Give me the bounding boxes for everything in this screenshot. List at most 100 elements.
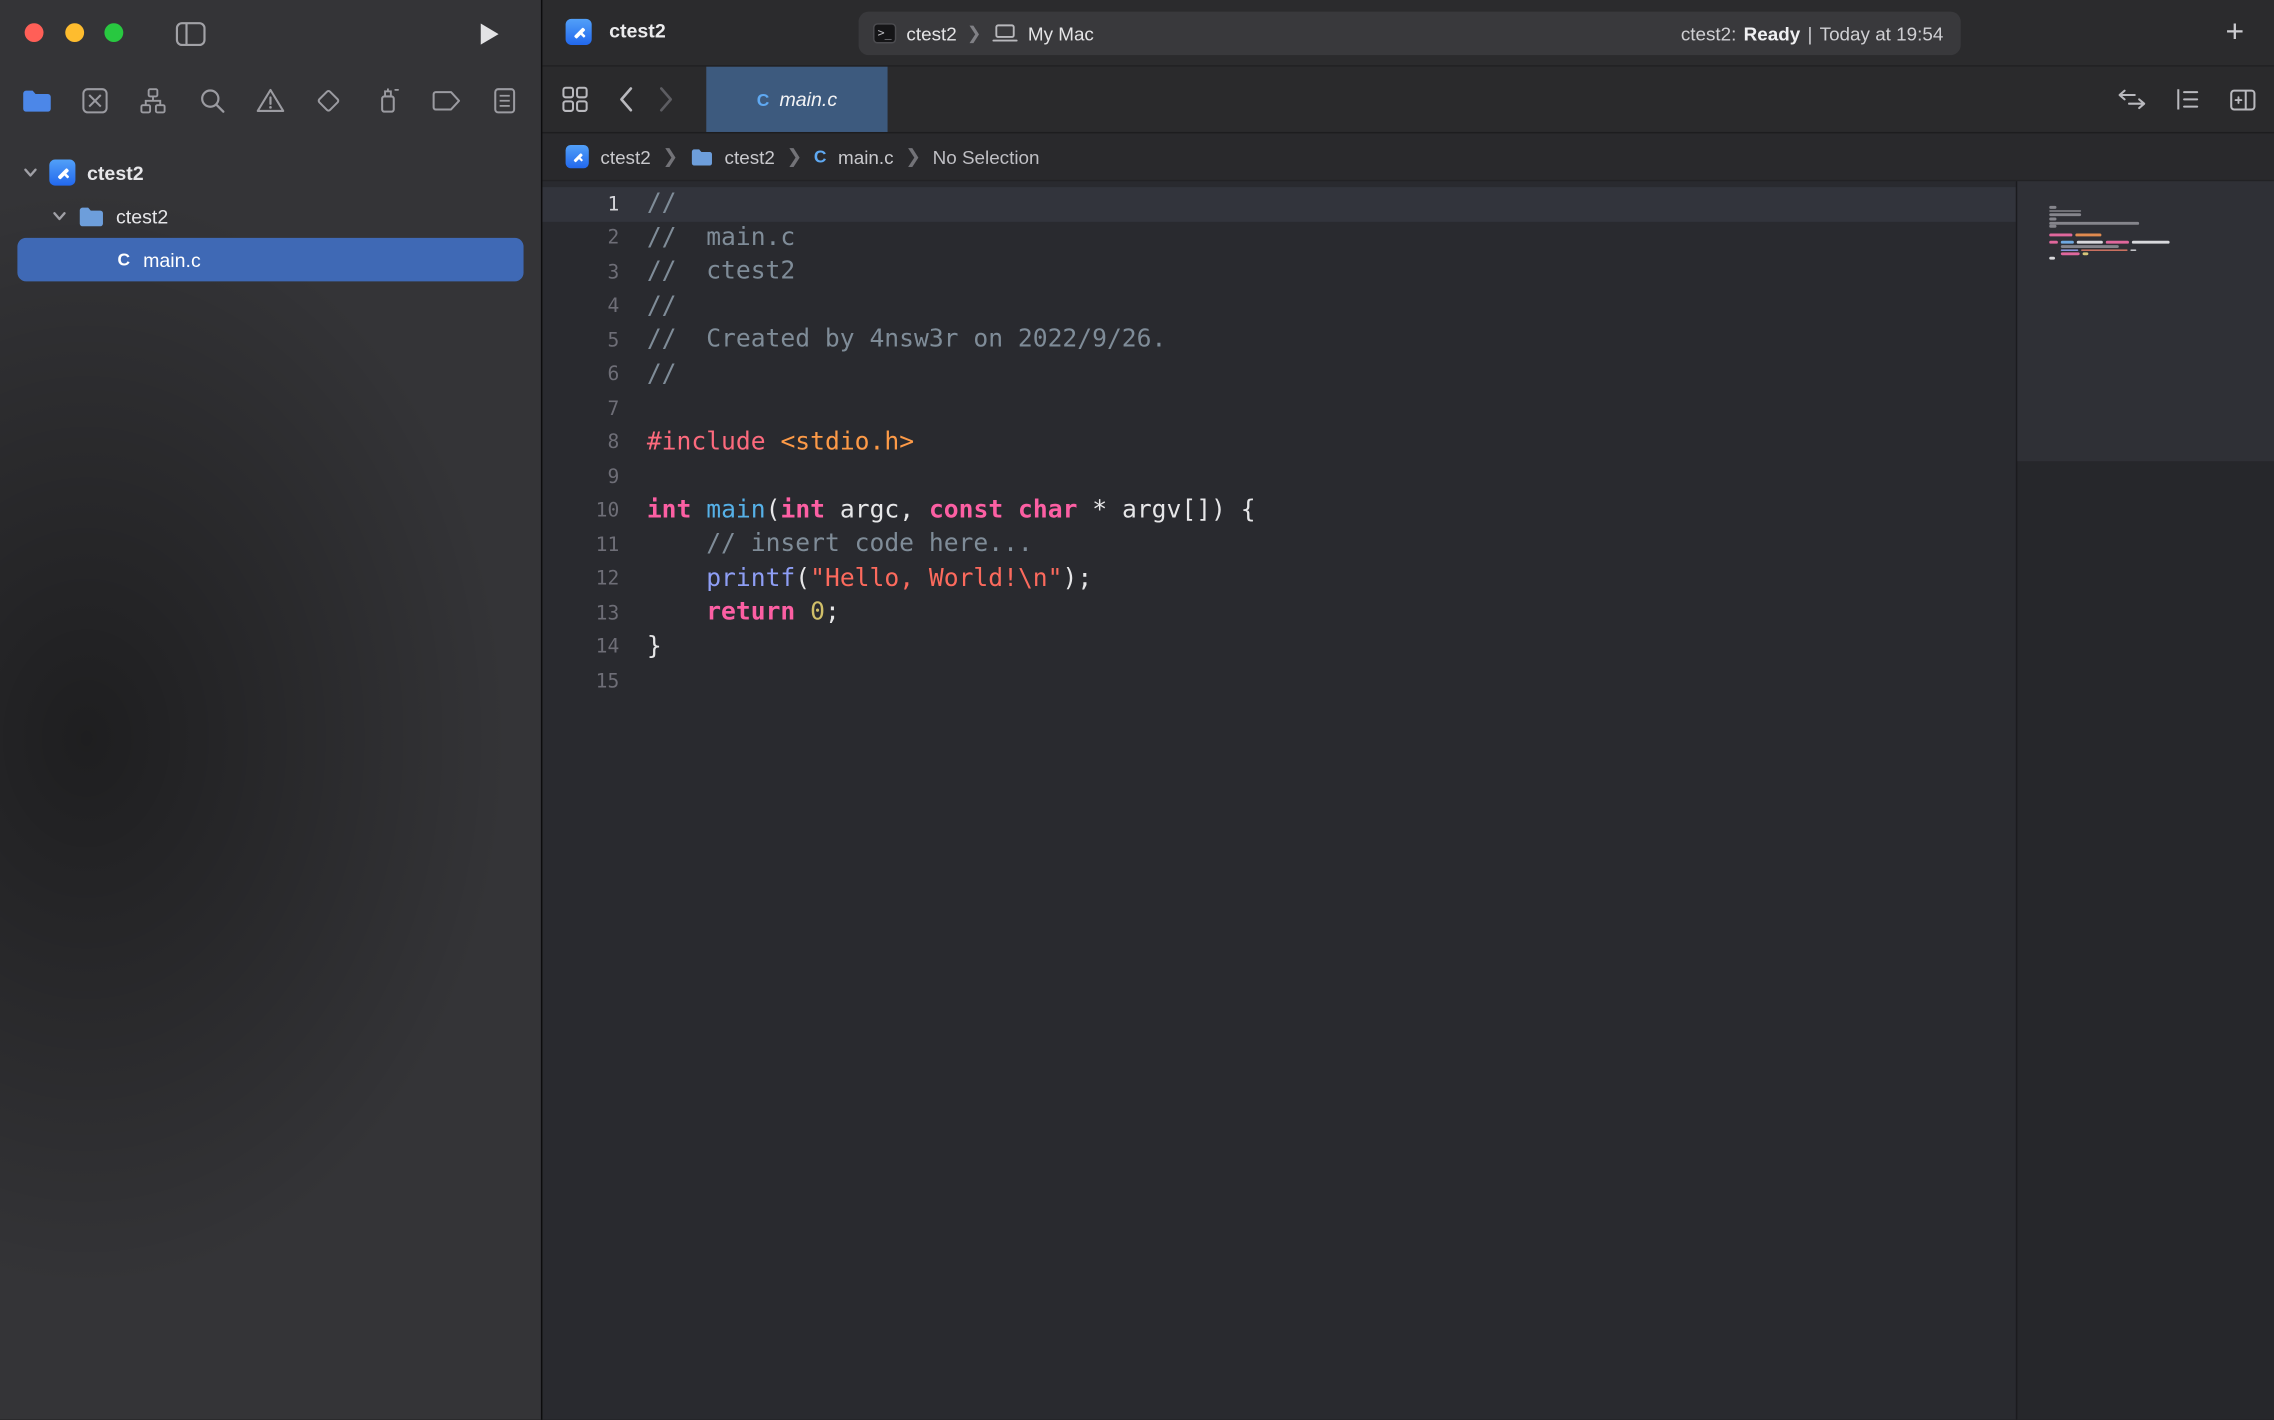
add-editor-icon[interactable] <box>2229 88 2257 111</box>
code-line[interactable]: 2// main.c <box>542 221 2015 255</box>
minimize-button[interactable] <box>65 23 84 42</box>
status-state: Ready <box>1744 22 1801 44</box>
tab-main-c[interactable]: C main.c <box>706 67 887 132</box>
test-navigator-icon[interactable] <box>310 81 348 119</box>
tree-item-label: main.c <box>143 249 201 271</box>
line-number: 2 <box>542 227 646 250</box>
code-line[interactable]: 11 // insert code here... <box>542 528 2015 562</box>
close-button[interactable] <box>25 23 44 42</box>
project-tree: ctest2 ctest2 C main.c <box>0 133 541 281</box>
line-number: 4 <box>542 295 646 318</box>
disclosure-chevron-icon[interactable] <box>23 167 38 179</box>
issue-navigator-icon[interactable] <box>252 81 290 119</box>
tree-item-label: ctest2 <box>116 205 168 227</box>
line-number: 11 <box>542 533 646 556</box>
jump-bar: ctest2 ❯ ctest2 ❯ C main.c ❯ No Selectio… <box>542 133 2274 181</box>
jumpbar-project[interactable]: ctest2 <box>600 146 650 168</box>
status-time: Today at 19:54 <box>1820 22 1944 44</box>
library-add-button[interactable]: + <box>2216 13 2254 51</box>
code-line[interactable]: 13 return 0; <box>542 596 2015 630</box>
project-navigator-icon[interactable] <box>17 81 55 119</box>
minimap[interactable] <box>2016 181 2274 1420</box>
status-divider: | <box>1807 22 1812 44</box>
code-review-icon[interactable] <box>2117 88 2146 110</box>
source-editor: 1//2// main.c3// ctest24//5// Created by… <box>542 181 2274 1420</box>
line-number: 13 <box>542 601 646 624</box>
navigator-sidebar: ctest2 ctest2 C main.c <box>0 0 541 1420</box>
tab-bar: C main.c <box>542 67 2274 134</box>
chevron-right-icon: ❯ <box>786 145 802 168</box>
tab-label: main.c <box>779 88 837 110</box>
status-app: ctest2: <box>1681 22 1737 44</box>
code-line[interactable]: 4// <box>542 289 2015 323</box>
code-line[interactable]: 10int main(int argc, const char * argv[]… <box>542 494 2015 528</box>
window-toolbar: ctest2 >_ ctest2 ❯ My Mac ctest2: <box>542 0 2274 67</box>
symbol-navigator-icon[interactable] <box>135 81 173 119</box>
back-button-icon[interactable] <box>618 86 634 114</box>
editor-pane: ctest2 >_ ctest2 ❯ My Mac ctest2: <box>542 0 2274 1420</box>
code-line[interactable]: 7 <box>542 392 2015 426</box>
toggle-sidebar-icon[interactable] <box>174 17 206 49</box>
code-line[interactable]: 3// ctest2 <box>542 255 2015 289</box>
line-number: 14 <box>542 636 646 659</box>
line-number: 9 <box>542 465 646 488</box>
tree-item-project[interactable]: ctest2 <box>0 151 541 195</box>
adjust-editor-options-icon[interactable] <box>2175 87 2200 112</box>
run-destination[interactable]: My Mac <box>1028 22 1094 44</box>
find-navigator-icon[interactable] <box>193 81 231 119</box>
xcode-window: ctest2 ctest2 C main.c <box>0 0 2274 1420</box>
chevron-right-icon: ❯ <box>662 145 678 168</box>
folder-icon <box>78 205 104 227</box>
c-file-icon: C <box>757 89 770 109</box>
project-app-icon <box>566 145 589 168</box>
code-line[interactable]: 12 printf("Hello, World!\n"); <box>542 562 2015 596</box>
activity-status[interactable]: ctest2: Ready | Today at 19:54 <box>1681 22 1944 44</box>
jumpbar-file[interactable]: main.c <box>838 146 894 168</box>
code-line[interactable]: 6// <box>542 357 2015 391</box>
scheme-selector[interactable]: >_ ctest2 ❯ My Mac <box>873 22 1094 44</box>
executable-icon: >_ <box>873 23 896 43</box>
source-control-navigator-icon[interactable] <box>76 81 114 119</box>
editor-options <box>2117 67 2256 132</box>
mac-icon <box>992 23 1018 43</box>
code-line[interactable]: 14} <box>542 630 2015 664</box>
c-file-icon: C <box>814 146 827 166</box>
run-button[interactable] <box>473 17 505 49</box>
debug-navigator-icon[interactable] <box>369 81 407 119</box>
code-area[interactable]: 1//2// main.c3// ctest24//5// Created by… <box>542 181 2015 1420</box>
code-line[interactable]: 9 <box>542 460 2015 494</box>
sidebar-toolbar <box>0 0 541 67</box>
forward-button-icon[interactable] <box>658 86 674 114</box>
zoom-button[interactable] <box>104 23 123 42</box>
breakpoint-navigator-icon[interactable] <box>427 81 465 119</box>
report-navigator-icon[interactable] <box>486 81 524 119</box>
code-line[interactable]: 5// Created by 4nsw3r on 2022/9/26. <box>542 323 2015 357</box>
window-title: ctest2 <box>609 20 666 42</box>
line-number: 5 <box>542 329 646 352</box>
minimap-line <box>2049 261 2267 265</box>
disclosure-chevron-icon[interactable] <box>52 210 67 222</box>
sidebar-divider[interactable] <box>541 0 542 1420</box>
jumpbar-selection[interactable]: No Selection <box>933 146 1040 168</box>
tree-item-group[interactable]: ctest2 <box>0 194 541 238</box>
jumpbar-group[interactable]: ctest2 <box>725 146 775 168</box>
chevron-right-icon: ❯ <box>905 145 921 168</box>
code-line[interactable]: 15 <box>542 664 2015 698</box>
minimap-lines <box>2049 206 2267 264</box>
line-number: 12 <box>542 567 646 590</box>
code-line[interactable]: 1// <box>542 187 2015 221</box>
line-number: 10 <box>542 499 646 522</box>
tree-item-file-selected[interactable]: C main.c <box>17 238 523 282</box>
tree-item-label: ctest2 <box>87 162 144 184</box>
navigator-bar <box>0 67 541 134</box>
line-number: 1 <box>542 193 646 216</box>
code-line[interactable]: 8#include <stdio.h> <box>542 426 2015 460</box>
tab-overview-icon[interactable] <box>561 86 589 114</box>
line-number: 8 <box>542 431 646 454</box>
c-file-icon: C <box>117 249 130 269</box>
scheme-name[interactable]: ctest2 <box>906 22 956 44</box>
line-number: 15 <box>542 670 646 693</box>
scale-wrapper: ctest2 ctest2 C main.c <box>0 0 2274 1420</box>
line-number: 3 <box>542 261 646 284</box>
project-app-icon <box>566 19 592 45</box>
